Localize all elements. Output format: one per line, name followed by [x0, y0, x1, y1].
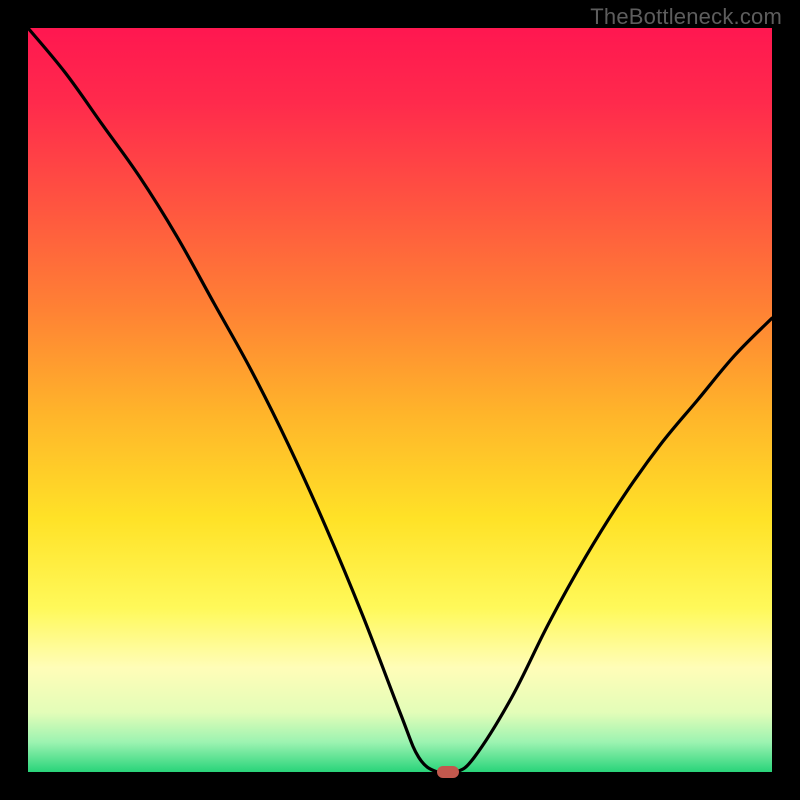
site-watermark: TheBottleneck.com [590, 4, 782, 30]
bottleneck-curve [28, 28, 772, 772]
minimum-marker [437, 766, 459, 778]
chart-frame: TheBottleneck.com [0, 0, 800, 800]
